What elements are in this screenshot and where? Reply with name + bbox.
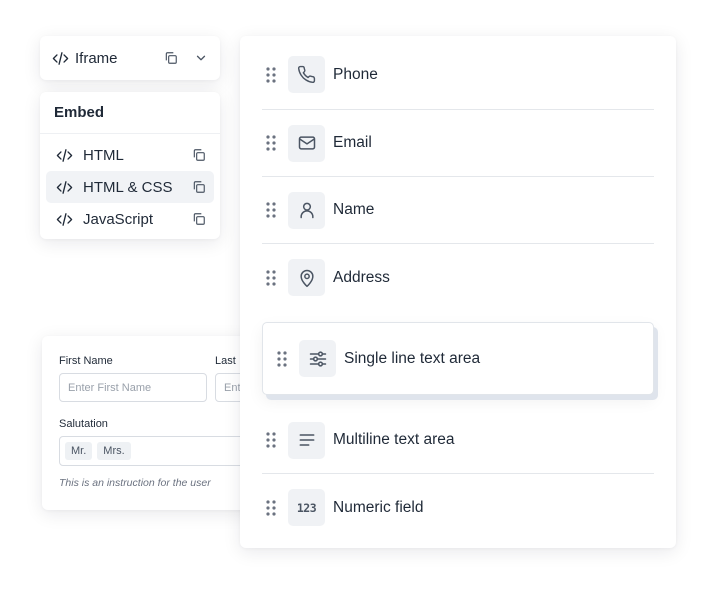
copy-icon[interactable] [192,148,206,162]
drag-handle-icon[interactable] [266,135,284,151]
text-lines-icon [288,421,325,459]
first-name-input[interactable]: Enter First Name [59,373,207,402]
field-item-label: Name [333,201,375,218]
field-item-label: Numeric field [333,498,424,516]
user-icon [288,191,325,229]
instruction-text: This is an instruction for the user [59,477,211,489]
field-item-address[interactable]: Address [262,244,654,311]
copy-icon[interactable] [192,180,206,194]
embed-option-javascript[interactable]: JavaScript [46,203,214,235]
embed-menu: Embed HTML HTML & CSS JavaScript [40,92,220,239]
field-item-label: Multiline text area [333,431,455,448]
embed-menu-title: Embed [40,92,220,134]
embed-option-label: HTML [83,146,124,164]
numeric-icon-glyph: 123 [296,500,317,515]
salutation-chip[interactable]: Mr. [65,442,93,460]
field-item-phone[interactable]: Phone [262,40,654,110]
field-item-label: Single line text area [344,349,481,367]
field-item-label: Address [333,268,390,286]
salutation-select[interactable]: Mr. Mrs. [59,436,262,466]
code-brackets-icon [56,211,73,228]
field-item-numeric[interactable]: 123 Numeric field [262,474,654,541]
field-item-email[interactable]: Email [262,110,654,177]
sliders-icon [299,340,336,377]
iframe-label: Iframe [75,49,118,67]
field-item-name[interactable]: Name [262,177,654,244]
form-preview: First Name Enter First Name Last Ent Sal… [42,336,262,510]
phone-icon [288,56,325,93]
code-brackets-icon [52,50,69,67]
salutation-chip[interactable]: Mrs. [97,442,131,460]
drag-handle-icon[interactable] [266,66,284,83]
copy-icon[interactable] [164,51,178,65]
drag-handle-icon[interactable] [266,202,284,218]
drag-handle-icon[interactable] [266,269,284,286]
code-brackets-icon [56,147,73,164]
last-name-label: Last [215,355,236,367]
copy-icon[interactable] [192,212,206,226]
chevron-down-icon[interactable] [194,51,208,65]
map-pin-icon [288,259,325,296]
embed-option-label: HTML & CSS [83,178,173,196]
first-name-label: First Name [59,355,113,367]
embed-option-html[interactable]: HTML [46,139,214,171]
numeric-icon: 123 [288,489,325,526]
field-palette: Phone Email Name Address Single line tex… [240,36,676,548]
field-item-multiline-text[interactable]: Multiline text area [262,407,654,474]
salutation-label: Salutation [59,418,108,430]
mail-icon [288,124,325,162]
iframe-embed-selector[interactable]: Iframe [40,36,220,80]
embed-option-label: JavaScript [83,210,154,228]
field-item-label: Email [333,134,372,151]
field-item-single-line-text[interactable]: Single line text area [262,322,654,395]
drag-handle-icon[interactable] [277,350,295,367]
drag-handle-icon[interactable] [266,499,284,516]
code-brackets-icon [56,179,73,196]
drag-handle-icon[interactable] [266,432,284,448]
embed-option-html-css[interactable]: HTML & CSS [46,171,214,203]
field-item-label: Phone [333,65,378,83]
